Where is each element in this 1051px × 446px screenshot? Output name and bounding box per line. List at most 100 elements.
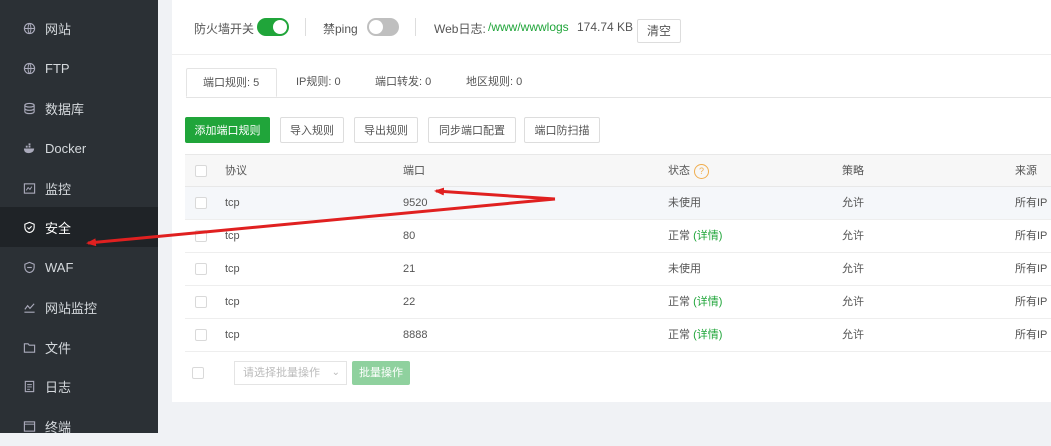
- globe-icon: [22, 21, 36, 35]
- sidebar-item-label: 网站: [45, 21, 72, 37]
- protocol-cell: tcp: [225, 230, 240, 242]
- port-anti-scan-button[interactable]: 端口防扫描: [524, 117, 600, 143]
- batch-operation-select[interactable]: 请选择批量操作 ⌄: [234, 361, 347, 385]
- tab-port-forward[interactable]: 端口转发: 0: [359, 68, 447, 97]
- sidebar-item-site-monitor[interactable]: 网站监控: [0, 287, 158, 327]
- sidebar-item-label: 数据库: [45, 101, 85, 117]
- header-protocol: 协议: [225, 165, 247, 177]
- table-row[interactable]: tcp 80 正常 (详情) 允许 所有IP: [185, 220, 1051, 253]
- sidebar-item-security[interactable]: 安全: [0, 207, 158, 247]
- firewall-toggle[interactable]: [257, 18, 289, 36]
- header-strategy: 策略: [842, 165, 864, 177]
- table-row[interactable]: tcp 22 正常 (详情) 允许 所有IP: [185, 286, 1051, 319]
- port-cell: 21: [403, 263, 416, 275]
- status-detail-link[interactable]: (详情): [693, 230, 722, 242]
- sidebar-item-waf[interactable]: WAF: [0, 247, 158, 287]
- help-icon[interactable]: ?: [694, 163, 709, 179]
- row-checkbox[interactable]: [195, 296, 207, 308]
- status-text: 正常: [668, 296, 690, 308]
- sidebar-item-website[interactable]: 网站: [0, 8, 158, 48]
- firewall-switch-label: 防火墙开关: [194, 22, 255, 36]
- batch-select-checkbox[interactable]: [192, 367, 204, 379]
- protocol-cell: tcp: [225, 329, 240, 341]
- strategy-cell: 允许: [842, 296, 864, 308]
- protocol-cell: tcp: [225, 296, 240, 308]
- main-panel: 防火墙开关 禁ping Web日志: /www/wwwlogs 174.74 K…: [172, 0, 1051, 402]
- toggle-knob: [273, 20, 287, 34]
- ping-switch-label: 禁ping: [323, 22, 358, 36]
- docker-icon: [22, 141, 36, 155]
- port-cell: 9520: [403, 197, 428, 209]
- row-checkbox[interactable]: [195, 197, 207, 209]
- rule-tabs: 端口规则: 5 IP规则: 0 端口转发: 0 地区规则: 0: [186, 68, 1051, 98]
- sidebar-item-logs[interactable]: 日志: [0, 366, 158, 406]
- import-rules-button[interactable]: 导入规则: [280, 117, 344, 143]
- firewall-toolbar: 防火墙开关 禁ping Web日志: /www/wwwlogs 174.74 K…: [172, 0, 1051, 55]
- source-cell: 所有IP: [1015, 296, 1048, 308]
- shield-icon: [22, 220, 36, 234]
- weblog-size: 174.74 KB: [577, 20, 634, 34]
- port-cell: 80: [403, 230, 416, 242]
- sidebar-item-label: 网站监控: [45, 300, 98, 316]
- sidebar-item-files[interactable]: 文件: [0, 327, 158, 367]
- chart-line-icon: [22, 300, 36, 314]
- sync-port-config-button[interactable]: 同步端口配置: [428, 117, 516, 143]
- header-source: 来源: [1015, 165, 1037, 177]
- divider: [305, 18, 306, 36]
- port-cell: 8888: [403, 329, 428, 341]
- terminal-icon: [22, 419, 36, 433]
- select-all-checkbox[interactable]: [195, 165, 207, 177]
- sidebar-item-label: 安全: [45, 220, 72, 236]
- select-placeholder: 请选择批量操作: [243, 367, 320, 379]
- toggle-knob: [369, 20, 383, 34]
- source-cell: 所有IP: [1015, 197, 1048, 209]
- row-checkbox[interactable]: [195, 329, 207, 341]
- weblog-path-link[interactable]: /www/wwwlogs: [488, 20, 569, 34]
- tab-region-rules[interactable]: 地区规则: 0: [450, 68, 538, 97]
- sidebar-item-docker[interactable]: Docker: [0, 128, 158, 168]
- chevron-down-icon: ⌄: [331, 367, 340, 378]
- add-port-rule-button[interactable]: 添加端口规则: [185, 117, 270, 143]
- header-status-label: 状态: [668, 165, 690, 177]
- folder-icon: [22, 340, 36, 354]
- sidebar-item-label: 日志: [45, 379, 72, 395]
- tab-ip-rules[interactable]: IP规则: 0: [280, 68, 357, 97]
- database-icon: [22, 101, 36, 115]
- sidebar-item-terminal[interactable]: 终端: [0, 406, 158, 446]
- status-detail-link[interactable]: (详情): [693, 296, 722, 308]
- batch-operation-button[interactable]: 批量操作: [352, 361, 410, 385]
- table-row[interactable]: tcp 21 未使用 允许 所有IP: [185, 253, 1051, 286]
- source-cell: 所有IP: [1015, 263, 1048, 275]
- sidebar-item-label: Docker: [45, 140, 87, 156]
- status-cell: 正常 (详情): [668, 319, 722, 351]
- globe-icon: [22, 61, 36, 75]
- sidebar-item-monitor[interactable]: 监控: [0, 168, 158, 208]
- sidebar-item-label: WAF: [45, 259, 74, 275]
- strategy-cell: 允许: [842, 263, 864, 275]
- table-row[interactable]: tcp 8888 正常 (详情) 允许 所有IP: [185, 319, 1051, 352]
- port-cell: 22: [403, 296, 416, 308]
- sidebar-item-database[interactable]: 数据库: [0, 88, 158, 128]
- sidebar-item-ftp[interactable]: FTP: [0, 48, 158, 88]
- export-rules-button[interactable]: 导出规则: [354, 117, 418, 143]
- weblog-label: Web日志:: [434, 22, 486, 36]
- sidebar: 网站 FTP 数据库 Docker 监控 安全 WAF 网站监控 文件 日志 终…: [0, 0, 158, 435]
- strategy-cell: 允许: [842, 230, 864, 242]
- header-status: 状态?: [668, 155, 709, 187]
- row-checkbox[interactable]: [195, 230, 207, 242]
- sidebar-item-label: 文件: [45, 340, 72, 356]
- row-checkbox[interactable]: [195, 263, 207, 275]
- table-row[interactable]: tcp 9520 未使用 允许 所有IP: [185, 187, 1051, 220]
- source-cell: 所有IP: [1015, 230, 1048, 242]
- status-detail-link[interactable]: (详情): [693, 329, 722, 341]
- status-text: 正常: [668, 329, 690, 341]
- tab-port-rules[interactable]: 端口规则: 5: [186, 68, 277, 97]
- clear-log-button[interactable]: 清空: [637, 19, 681, 43]
- table-header: 协议 端口 状态? 策略 来源: [185, 154, 1051, 187]
- header-port: 端口: [403, 165, 425, 177]
- sidebar-item-label: 监控: [45, 181, 72, 197]
- divider: [415, 18, 416, 36]
- status-cell: 未使用: [668, 197, 701, 209]
- status-cell: 未使用: [668, 263, 701, 275]
- ping-toggle[interactable]: [367, 18, 399, 36]
